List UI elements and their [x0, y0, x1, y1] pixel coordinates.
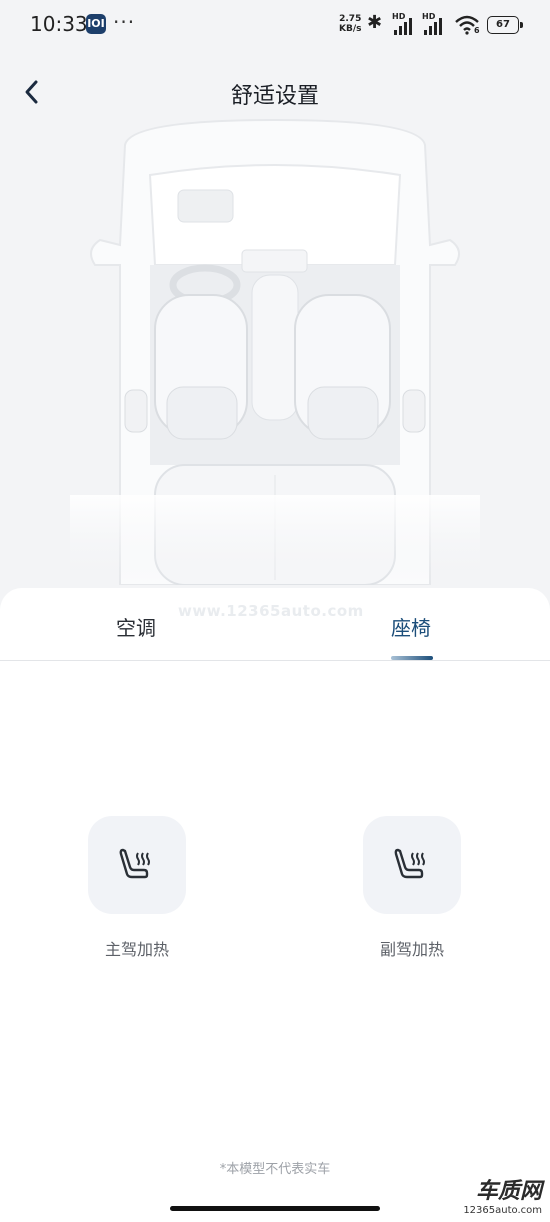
- seat-heating-icon: [394, 848, 425, 879]
- passenger-seat-heating-button[interactable]: [363, 816, 461, 914]
- status-bar: 10:33 IOI ··· 2.75 KB/s ✱ HD HD 6 67: [0, 0, 550, 50]
- car-model-illustration: [70, 118, 480, 585]
- signal-icon-sim1: HD: [392, 12, 416, 36]
- tab-seat[interactable]: 座椅: [391, 612, 431, 641]
- network-speed-value: 2.75: [339, 14, 362, 24]
- driver-seat-heating-label: 主驾加热: [104, 940, 169, 959]
- watermark: www.12365auto.com: [178, 602, 364, 620]
- network-speed-unit: KB/s: [339, 24, 362, 34]
- network-speed: 2.75 KB/s: [339, 14, 361, 34]
- tab-air-conditioning[interactable]: 空调: [116, 612, 156, 641]
- bluetooth-icon: ✱: [367, 12, 383, 33]
- driver-seat-heating-button[interactable]: [88, 816, 186, 914]
- wifi-label: 6: [474, 26, 480, 35]
- app-notification-icon: IOI: [86, 14, 106, 34]
- home-indicator[interactable]: [170, 1206, 380, 1211]
- corner-logo-text: 车质网: [475, 1179, 542, 1204]
- settings-sheet: www.12365auto.com 空调 座椅 主驾加热 副驾加热 *本模型不代…: [0, 588, 550, 1222]
- wifi-icon: 6: [454, 14, 480, 36]
- tab-divider: [0, 660, 550, 661]
- status-time: 10:33: [30, 12, 88, 36]
- more-notifications-icon: ···: [113, 10, 136, 34]
- corner-logo-url: 12365auto.com: [463, 1205, 542, 1216]
- seat-heating-icon: [119, 848, 150, 879]
- signal-icon-sim2: HD: [422, 12, 446, 36]
- passenger-seat-heating-label: 副驾加热: [379, 940, 444, 959]
- page-title: 舒适设置: [230, 84, 319, 109]
- corner-watermark-logo: 车质网 12365auto.com: [463, 1173, 542, 1216]
- battery-icon: 67: [487, 16, 523, 34]
